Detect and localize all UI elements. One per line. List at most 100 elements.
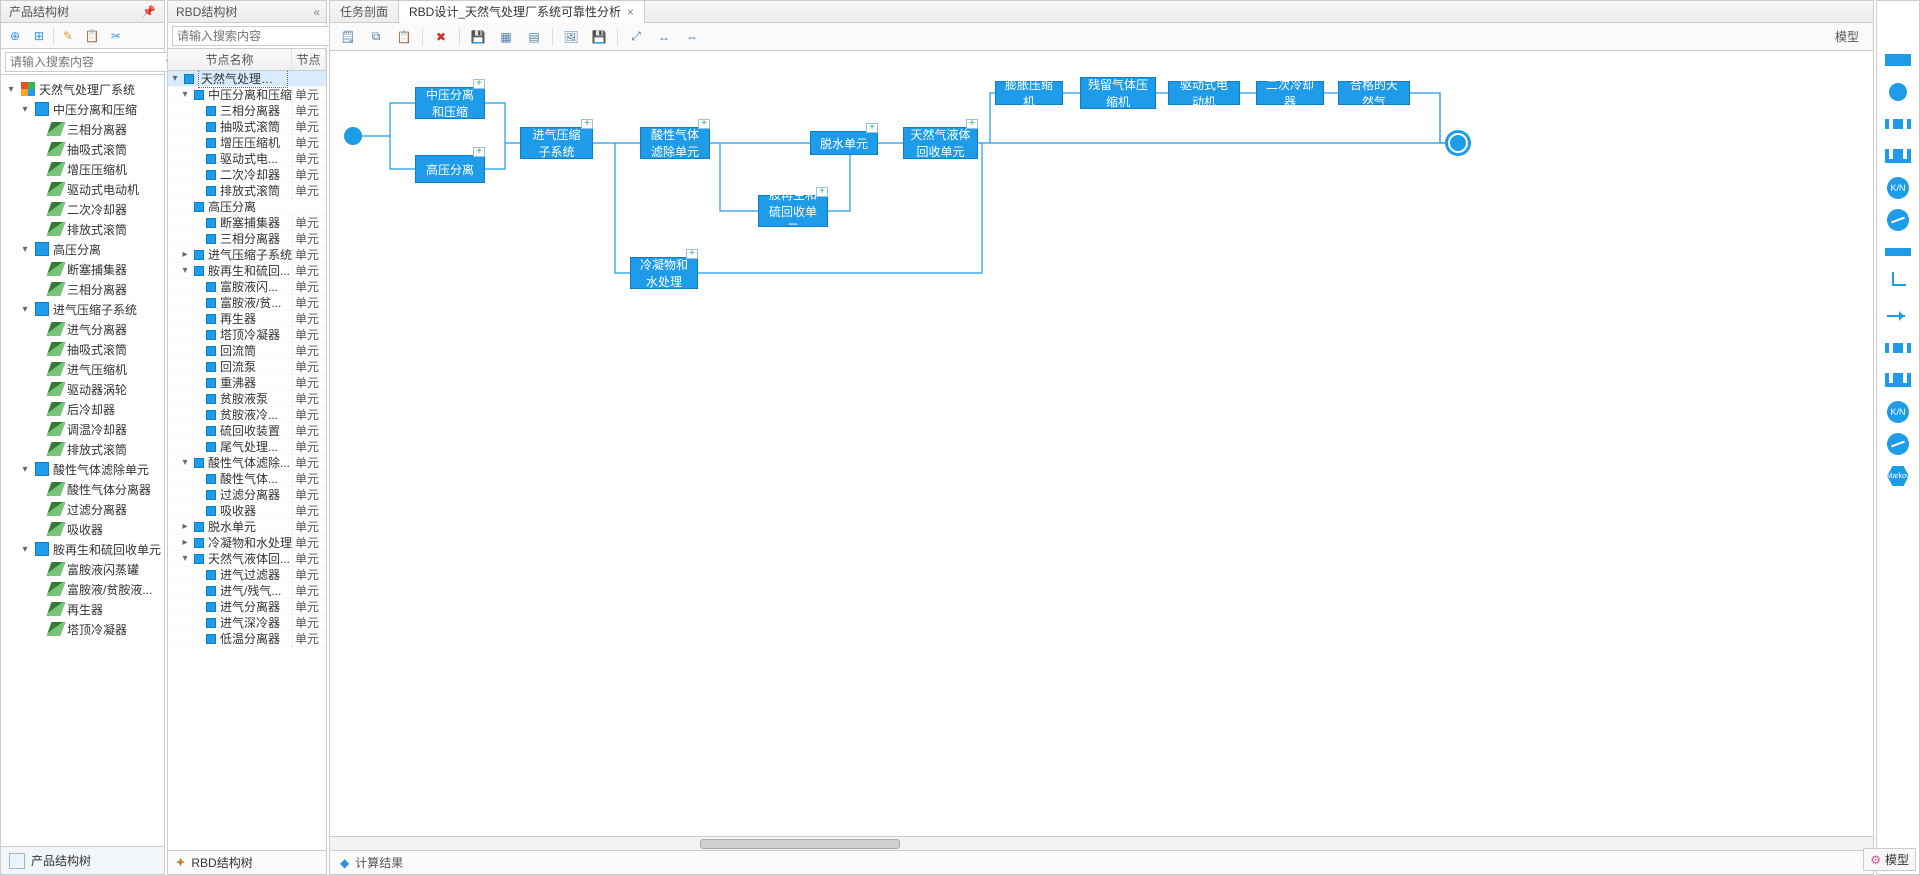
expand-plus-icon[interactable]: + bbox=[698, 119, 710, 129]
cut-icon[interactable]: ✂ bbox=[106, 26, 126, 46]
table-row[interactable]: 酸性气体...单元 bbox=[168, 471, 326, 487]
table-row[interactable]: 驱动式电...单元 bbox=[168, 151, 326, 167]
add-node-icon[interactable]: ⊕ bbox=[5, 26, 25, 46]
tree-row[interactable]: 抽吸式滚筒 bbox=[5, 339, 164, 359]
table-row[interactable]: ▾胺再生和硫回...单元 bbox=[168, 263, 326, 279]
palette-node[interactable] bbox=[1884, 83, 1912, 101]
tree-row[interactable]: ▾胺再生和硫回收单元 bbox=[5, 539, 164, 559]
table-row[interactable]: 进气过滤器单元 bbox=[168, 567, 326, 583]
tree-row[interactable]: 再生器 bbox=[5, 599, 164, 619]
export-icon[interactable]: 💾 bbox=[589, 27, 609, 47]
twisty-icon[interactable]: ▾ bbox=[180, 553, 190, 564]
twisty-icon[interactable]: ▾ bbox=[5, 84, 17, 95]
table-row[interactable]: 增压压缩机单元 bbox=[168, 135, 326, 151]
table-row[interactable]: 排放式滚筒单元 bbox=[168, 183, 326, 199]
twisty-icon[interactable]: ▾ bbox=[180, 265, 190, 276]
diagram-canvas[interactable]: 中压分离和压缩+ 高压分离+ 进气压缩子系统+ 酸性气体滤除单元+ 胺再生和硫回… bbox=[330, 51, 1873, 850]
table-row[interactable]: 三相分离器单元 bbox=[168, 103, 326, 119]
tree-row[interactable]: 过滤分离器 bbox=[5, 499, 164, 519]
tab-rbd-design[interactable]: RBD设计_天然气处理厂系统可靠性分析 × bbox=[399, 1, 645, 23]
table-row[interactable]: ▾天然气液体回...单元 bbox=[168, 551, 326, 567]
note-icon[interactable]: 🗒 bbox=[338, 27, 358, 47]
twisty-icon[interactable]: ▾ bbox=[19, 544, 31, 555]
palette-switch2[interactable] bbox=[1884, 435, 1912, 453]
palette-footer[interactable]: ⚙ 模型 bbox=[1863, 848, 1916, 871]
node-expander[interactable]: 膨胀压缩机 bbox=[995, 81, 1063, 105]
node-dehydration[interactable]: 脱水单元+ bbox=[810, 131, 878, 155]
delete-icon[interactable]: ✖ bbox=[431, 27, 451, 47]
rbd-tree-body[interactable]: ▾天然气处理厂系...▾中压分离和压缩单元三相分离器单元抽吸式滚筒单元增压压缩机… bbox=[168, 71, 326, 850]
table-row[interactable]: 再生器单元 bbox=[168, 311, 326, 327]
rbd-tree-footer[interactable]: ⯌ RBD结构树 bbox=[168, 850, 326, 874]
table-row[interactable]: ▾酸性气体滤除...单元 bbox=[168, 455, 326, 471]
search-input[interactable] bbox=[172, 26, 349, 46]
expand-plus-icon[interactable]: + bbox=[473, 79, 485, 89]
palette-arrow[interactable] bbox=[1884, 307, 1912, 325]
table-row[interactable]: 贫胺液泵单元 bbox=[168, 391, 326, 407]
scrollbar-thumb[interactable] bbox=[700, 839, 900, 849]
table-row[interactable]: 重沸器单元 bbox=[168, 375, 326, 391]
palette-block[interactable] bbox=[1884, 51, 1912, 69]
tree-row[interactable]: 吸收器 bbox=[5, 519, 164, 539]
node-aftercooler[interactable]: 二次冷却器 bbox=[1256, 81, 1324, 105]
tree-row[interactable]: 进气分离器 bbox=[5, 319, 164, 339]
tree-row[interactable]: 富胺液/贫胺液... bbox=[5, 579, 164, 599]
tree-row[interactable]: 排放式滚筒 bbox=[5, 219, 164, 239]
twisty-icon[interactable]: ▾ bbox=[19, 244, 31, 255]
tree-row[interactable]: 调温冷却器 bbox=[5, 419, 164, 439]
table-row[interactable]: ▸冷凝物和水处理单元 bbox=[168, 535, 326, 551]
node-acid-gas-removal[interactable]: 酸性气体滤除单元+ bbox=[640, 127, 710, 159]
paste-icon[interactable]: 📋 bbox=[82, 26, 102, 46]
table-row[interactable]: 尾气处理...单元 bbox=[168, 439, 326, 455]
table-row[interactable]: 硫回收装置单元 bbox=[168, 423, 326, 439]
zoom-height-icon[interactable]: ⇔ bbox=[682, 27, 702, 47]
image-icon[interactable]: 🖼 bbox=[561, 27, 581, 47]
twisty-icon[interactable]: ▸ bbox=[180, 249, 190, 260]
expand-plus-icon[interactable]: + bbox=[966, 119, 978, 129]
expand-plus-icon[interactable]: + bbox=[816, 187, 828, 197]
table-row[interactable]: 抽吸式滚筒单元 bbox=[168, 119, 326, 135]
twisty-icon[interactable]: ▾ bbox=[19, 304, 31, 315]
table-row[interactable]: 进气/残气...单元 bbox=[168, 583, 326, 599]
col-header-name[interactable]: 节点名称 bbox=[168, 49, 292, 70]
node-hp-sep[interactable]: 高压分离+ bbox=[415, 155, 485, 183]
pin-icon[interactable]: 📌 bbox=[142, 5, 156, 18]
col-header-type[interactable]: 节点 bbox=[292, 49, 326, 70]
tree-row[interactable]: ▾高压分离 bbox=[5, 239, 164, 259]
expand-plus-icon[interactable]: + bbox=[686, 249, 698, 259]
palette-kn[interactable]: K/N bbox=[1884, 179, 1912, 197]
zoom-width-icon[interactable]: ↔ bbox=[654, 27, 674, 47]
twisty-icon[interactable]: ▾ bbox=[180, 457, 190, 468]
twisty-icon[interactable]: ▾ bbox=[180, 89, 190, 100]
expand-plus-icon[interactable]: + bbox=[581, 119, 593, 129]
copy-icon[interactable]: ⧉ bbox=[366, 27, 386, 47]
table-row[interactable]: 回流筒单元 bbox=[168, 343, 326, 359]
tree-row[interactable]: 进气压缩机 bbox=[5, 359, 164, 379]
palette-line[interactable] bbox=[1884, 243, 1912, 261]
tree-row[interactable]: 二次冷却器 bbox=[5, 199, 164, 219]
tree-row[interactable]: 驱动式电动机 bbox=[5, 179, 164, 199]
table-row[interactable]: 过滤分离器单元 bbox=[168, 487, 326, 503]
paste-icon[interactable]: 📋 bbox=[394, 27, 414, 47]
fit-icon[interactable]: ⤢ bbox=[626, 27, 646, 47]
tree-row[interactable]: 抽吸式滚筒 bbox=[5, 139, 164, 159]
add-child-icon[interactable]: ⊞ bbox=[29, 26, 49, 46]
palette-series2[interactable] bbox=[1884, 339, 1912, 357]
tree-row[interactable]: ▾酸性气体滤除单元 bbox=[5, 459, 164, 479]
table-row[interactable]: 进气深冷器单元 bbox=[168, 615, 326, 631]
table-row[interactable]: 回流泵单元 bbox=[168, 359, 326, 375]
table-row[interactable]: 高压分离 bbox=[168, 199, 326, 215]
table-row[interactable]: 断塞捕集器单元 bbox=[168, 215, 326, 231]
tree-row[interactable]: 三相分离器 bbox=[5, 279, 164, 299]
node-drive-motor[interactable]: 驱动式电动机 bbox=[1168, 81, 1240, 105]
table-row[interactable]: 贫胺液冷...单元 bbox=[168, 407, 326, 423]
table-row[interactable]: ▸进气压缩子系统单元 bbox=[168, 247, 326, 263]
table-row[interactable]: 进气分离器单元 bbox=[168, 599, 326, 615]
node-inlet-compress[interactable]: 进气压缩子系统+ bbox=[520, 127, 593, 159]
collapse-icon[interactable]: « bbox=[313, 5, 318, 19]
horizontal-scrollbar[interactable] bbox=[330, 836, 1873, 850]
twisty-icon[interactable]: ▸ bbox=[180, 521, 190, 532]
node-qualified-gas[interactable]: 合格的天然气 bbox=[1338, 81, 1410, 105]
tree-row[interactable]: ▾天然气处理厂系统 bbox=[5, 79, 164, 99]
toolbar-model-label[interactable]: 模型 bbox=[1835, 28, 1865, 45]
